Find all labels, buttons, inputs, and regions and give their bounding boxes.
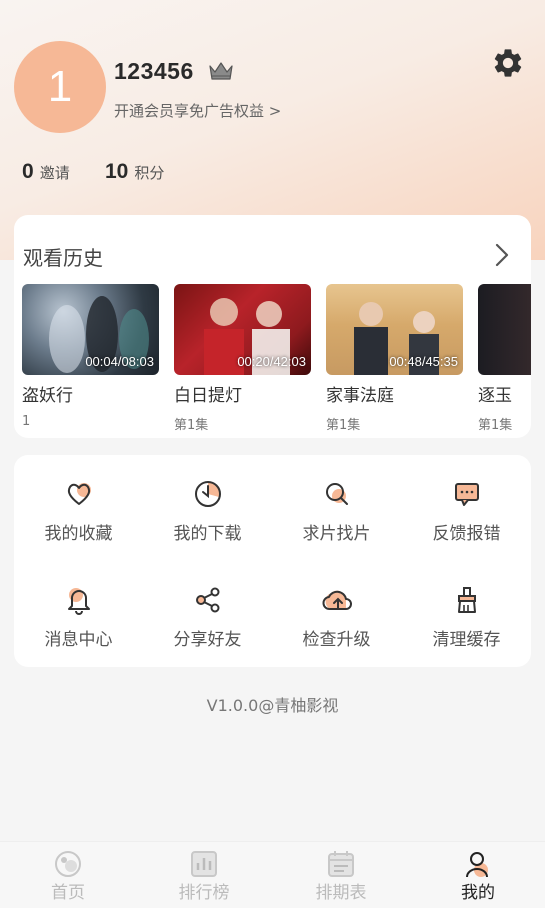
- menu-favorites[interactable]: 我的收藏: [14, 479, 143, 544]
- history-thumbnail: 00:04/08:03: [22, 284, 159, 375]
- crown-icon: [209, 62, 233, 80]
- history-item[interactable]: 00:48/45:35 家事法庭 第1集: [326, 284, 463, 433]
- home-icon: [55, 851, 81, 877]
- vip-promo-link[interactable]: 开通会员享免广告权益 >: [114, 100, 281, 121]
- menu-messages[interactable]: 消息中心: [14, 585, 143, 650]
- tab-label: 我的: [461, 883, 495, 903]
- invite-label: 邀请: [39, 164, 70, 182]
- chevron-right-icon[interactable]: [492, 241, 512, 269]
- heart-icon: [67, 483, 91, 505]
- bottom-tab-bar: 首页 排行榜 排期表 我的: [0, 841, 545, 908]
- version-text: V1.0.0@青柚影视: [206, 696, 339, 715]
- invite-count: 0: [22, 160, 34, 183]
- history-progress: 00:48/45:35: [389, 354, 458, 369]
- menu-label: 消息中心: [44, 630, 113, 650]
- menu-upgrade[interactable]: 检查升级: [272, 585, 401, 650]
- feedback-icon: [454, 483, 479, 506]
- function-menu: 我的收藏 我的下载 求片找片 反馈报错 消息中心 分享好友 检查升级 清理缓存: [14, 455, 531, 667]
- watch-history-card: 观看历史 00:04/08:03 盗妖行 1 00:20/42:03 白日提灯 …: [14, 215, 531, 438]
- history-item-episode: 1: [22, 414, 31, 429]
- history-thumbnail: [478, 284, 531, 375]
- ranking-icon: [191, 851, 217, 877]
- history-list: 00:04/08:03 盗妖行 1 00:20/42:03 白日提灯 第1集 0…: [22, 284, 531, 434]
- avatar[interactable]: 1: [14, 41, 106, 133]
- menu-share[interactable]: 分享好友: [143, 585, 272, 650]
- menu-feedback[interactable]: 反馈报错: [402, 479, 531, 544]
- tab-label: 首页: [51, 883, 85, 903]
- history-item[interactable]: 00:20/42:03 白日提灯 第1集: [174, 284, 311, 433]
- points-count: 10: [105, 160, 129, 183]
- history-item[interactable]: 逐玉 第1集: [478, 284, 531, 433]
- history-item[interactable]: 00:04/08:03 盗妖行 1: [22, 284, 159, 429]
- history-thumbnail: 00:48/45:35: [326, 284, 463, 375]
- menu-label: 分享好友: [173, 630, 242, 650]
- menu-clear-cache[interactable]: 清理缓存: [402, 585, 531, 650]
- menu-label: 我的收藏: [44, 524, 113, 544]
- menu-label: 我的下载: [173, 524, 242, 544]
- history-item-title: 家事法庭: [326, 386, 394, 406]
- tab-profile[interactable]: 我的: [428, 850, 528, 903]
- tab-schedule[interactable]: 排期表: [291, 850, 391, 903]
- menu-request[interactable]: 求片找片: [272, 479, 401, 544]
- upgrade-icon: [322, 590, 352, 610]
- menu-label: 反馈报错: [432, 524, 501, 544]
- clean-icon: [457, 587, 476, 613]
- points-label: 积分: [134, 164, 165, 182]
- menu-label: 清理缓存: [432, 630, 501, 650]
- history-item-title: 逐玉: [478, 386, 512, 406]
- bell-icon: [67, 588, 90, 615]
- history-progress: 00:04/08:03: [85, 354, 154, 369]
- username: 123456: [114, 58, 194, 84]
- history-item-title: 白日提灯: [174, 386, 242, 406]
- tab-ranking[interactable]: 排行榜: [154, 850, 254, 903]
- history-thumbnail: 00:20/42:03: [174, 284, 311, 375]
- history-item-episode: 第1集: [478, 418, 513, 433]
- search-icon: [325, 483, 348, 505]
- history-item-episode: 第1集: [174, 418, 209, 433]
- download-icon: [194, 481, 221, 507]
- profile-icon: [466, 852, 488, 878]
- tab-home[interactable]: 首页: [18, 850, 118, 903]
- points-stat[interactable]: 10 积分: [105, 160, 164, 184]
- gear-icon[interactable]: [491, 46, 525, 80]
- invite-stat[interactable]: 0 邀请: [22, 160, 70, 184]
- history-progress: 00:20/42:03: [237, 354, 306, 369]
- menu-label: 求片找片: [302, 524, 371, 544]
- schedule-icon: [328, 851, 354, 877]
- menu-label: 检查升级: [302, 630, 371, 650]
- share-icon: [195, 587, 219, 613]
- tab-label: 排期表: [315, 883, 367, 903]
- tab-label: 排行榜: [178, 883, 230, 903]
- history-item-title: 盗妖行: [22, 386, 73, 406]
- menu-downloads[interactable]: 我的下载: [143, 479, 272, 544]
- watch-history-title: 观看历史: [23, 246, 103, 270]
- history-item-episode: 第1集: [326, 418, 361, 433]
